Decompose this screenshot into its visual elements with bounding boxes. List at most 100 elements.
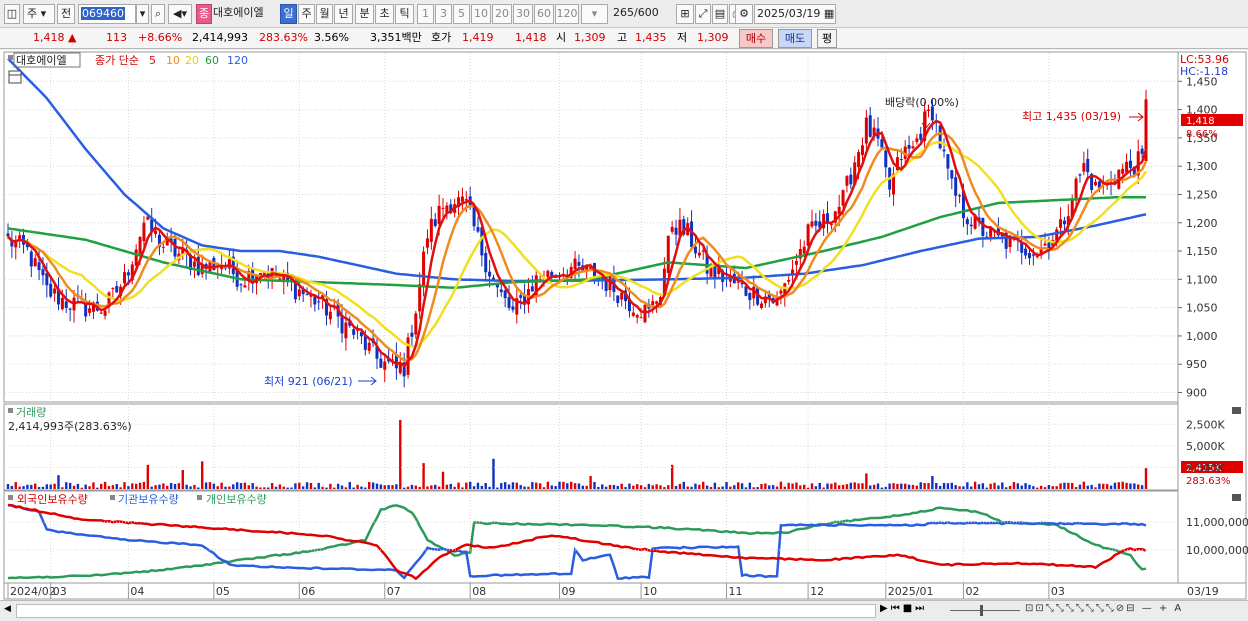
volume-bar-157 — [616, 485, 619, 489]
candle-body-243 — [950, 170, 954, 179]
volume-bar-239 — [935, 483, 938, 489]
legend-ma5: 5 — [149, 54, 156, 67]
date-input[interactable]: 2025/03/19 ▦ — [754, 4, 836, 24]
stock-code-input[interactable]: 069460 — [78, 4, 136, 24]
period-week[interactable]: 주 — [298, 4, 315, 24]
candle-body-106 — [418, 284, 422, 312]
volume-bar-87 — [344, 487, 348, 489]
x-tick-label-13: 03 — [1051, 585, 1065, 598]
trend-icon[interactable]: ⤢ — [695, 4, 711, 24]
volume-bar-97 — [383, 485, 386, 489]
interval-20[interactable]: 20 — [492, 4, 512, 24]
candle-body-248 — [969, 224, 973, 227]
volume-bar-260 — [1016, 483, 1020, 489]
volume-bar-228 — [892, 483, 895, 489]
chart-area[interactable]: 900 950 1,000 1,050 1,100 1,150 1,200 1,250 1,30… — [0, 50, 1248, 600]
market-type-select[interactable]: 주 ▾ — [23, 4, 55, 24]
interval-30[interactable]: 30 — [513, 4, 533, 24]
interval-custom-select[interactable]: ▾ — [581, 4, 608, 24]
settings-gear-icon[interactable]: ⚙ — [735, 4, 753, 24]
legend-stock-name: 대호에이엘 — [16, 54, 67, 67]
volume-bar-32 — [131, 483, 134, 489]
volume-bar-254 — [993, 482, 996, 489]
playback-controls[interactable]: ▶⏮■⏭ — [880, 603, 927, 614]
volume-bar-194 — [760, 483, 763, 489]
period-month[interactable]: 월 — [316, 4, 333, 24]
candle-body-93 — [367, 342, 371, 351]
code-dropdown-arrow[interactable]: ▾ — [136, 4, 149, 24]
volume-bar-160 — [628, 483, 631, 489]
volume-bar-137 — [538, 483, 542, 489]
drawing-tools-icon[interactable]: ⊡⊡⤡⤡⤡⤡⤡⤡⤡⊘⊟ — + A — [1025, 603, 1183, 614]
candle-body-199 — [779, 290, 783, 294]
volume-bar-63 — [251, 483, 254, 489]
volume-bar-67 — [267, 487, 270, 489]
calendar-icon[interactable] — [8, 70, 22, 84]
volume-bar-162 — [636, 484, 639, 489]
candle-body-9 — [41, 269, 45, 276]
volume-panel-close-icon[interactable] — [1232, 407, 1241, 414]
save-icon[interactable]: ▤ — [712, 4, 728, 24]
volume-bar-79 — [313, 487, 317, 489]
volume-bar-83 — [329, 483, 332, 489]
volume-bar-128 — [503, 482, 507, 489]
candle-body-158 — [620, 292, 624, 300]
candle-body-31 — [126, 272, 130, 276]
zoom-slider-handle[interactable] — [980, 605, 983, 616]
period-tick[interactable]: 틱 — [395, 4, 414, 24]
volume-bar-134 — [527, 486, 530, 489]
low-annotation: 최저 921 (06/21) — [264, 375, 353, 388]
zoom-slider[interactable] — [950, 610, 1020, 611]
eval-button[interactable]: 평 — [817, 29, 837, 48]
interval-60[interactable]: 60 — [534, 4, 554, 24]
buy-button[interactable]: 매수 — [739, 29, 773, 48]
volume-bar-264 — [1032, 486, 1035, 489]
prev-button[interactable]: 전 — [57, 4, 75, 24]
candle-body-30 — [123, 272, 127, 284]
low-price: 1,309 — [697, 31, 729, 44]
interval-10[interactable]: 10 — [471, 4, 491, 24]
period-minute[interactable]: 분 — [355, 4, 374, 24]
sound-icon[interactable]: ◀▾ — [168, 4, 192, 24]
hold-tick-10000000: 10,000,000 — [1186, 544, 1248, 557]
volume-bar-129 — [507, 484, 511, 489]
chart-menu-icon[interactable]: ◫ — [4, 4, 20, 24]
bottom-scrollbar[interactable]: ◀ ▶⏮■⏭ ⊡⊡⤡⤡⤡⤡⤡⤡⤡⊘⊟ — + A — [0, 600, 1248, 621]
volume-bar-276 — [1078, 484, 1082, 489]
interval-120[interactable]: 120 — [555, 4, 579, 24]
candle-body-70 — [278, 278, 282, 280]
search-icon[interactable]: ⌕ — [151, 4, 165, 24]
candle-body-235 — [919, 133, 923, 140]
volume-bar-150 — [589, 476, 592, 489]
scroll-track[interactable] — [16, 604, 876, 618]
candle-body-191 — [748, 292, 752, 301]
candle-body-289 — [1128, 160, 1132, 168]
zoom-icon[interactable]: ⊞ — [676, 4, 694, 24]
interval-5[interactable]: 5 — [453, 4, 470, 24]
volume-bar-135 — [531, 482, 534, 489]
volume-bar-7 — [33, 483, 37, 489]
holdings-panel-close-icon[interactable] — [1232, 494, 1241, 501]
candle-body-8 — [37, 262, 41, 271]
volume-bar-166 — [651, 485, 654, 489]
volume-bar-147 — [577, 483, 581, 489]
stock-chart-svg[interactable]: 900 950 1,000 1,050 1,100 1,150 1,200 1,250 1,30… — [0, 50, 1248, 600]
volume-bar-133 — [523, 486, 526, 489]
period-year[interactable]: 년 — [334, 4, 353, 24]
volume-bar-24 — [100, 483, 103, 489]
volume-bar-285 — [1113, 482, 1117, 489]
interval-1[interactable]: 1 — [417, 4, 434, 24]
period-second[interactable]: 초 — [375, 4, 394, 24]
volume-bar-95 — [375, 483, 379, 489]
interval-3[interactable]: 3 — [435, 4, 452, 24]
scroll-left-icon[interactable]: ◀ — [4, 604, 14, 618]
volume-bar-1 — [10, 485, 14, 489]
volume-bar-68 — [270, 482, 274, 489]
y-tick-label-1200: 1,200 — [1186, 217, 1218, 230]
current-price-tag-text: 1,418 — [1186, 116, 1215, 127]
volume-bar-212 — [830, 483, 833, 489]
volume-bar-188 — [736, 482, 740, 489]
period-day[interactable]: 일 — [280, 4, 297, 24]
volume-bar-158 — [620, 483, 623, 489]
sell-button[interactable]: 매도 — [778, 29, 812, 48]
